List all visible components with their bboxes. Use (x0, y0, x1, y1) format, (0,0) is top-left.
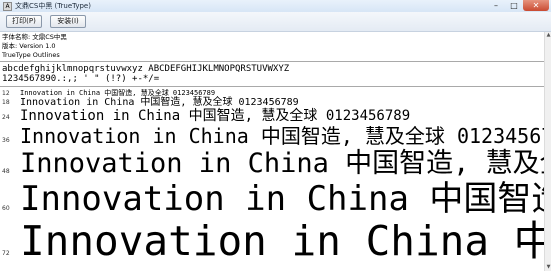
scroll-up-icon[interactable]: ▲ (545, 32, 551, 39)
scroll-down-icon[interactable]: ▼ (545, 264, 551, 271)
toolbar: 打印(P) 安装(I) (0, 12, 551, 32)
font-version-label: 版本: Version 1.0 (2, 42, 56, 50)
maximize-button[interactable]: □ (505, 0, 523, 11)
print-button[interactable]: 打印(P) (6, 15, 42, 28)
window-title: 文鼎CS中黑 (TrueType) (15, 2, 91, 10)
font-file-icon: A (3, 2, 12, 11)
window-controls: – □ ✕ (487, 0, 549, 12)
sample-text: Innovation in China 中国智造, 慧及全球 012345678… (20, 217, 544, 265)
sample-area: 12 Innovation in China 中国智造, 慧及全球 012345… (0, 87, 544, 271)
minimize-button[interactable]: – (487, 0, 505, 11)
install-button[interactable]: 安装(I) (50, 15, 86, 28)
sample-row-72: 72 Innovation in China 中国智造, 慧及全球 012345… (0, 87, 544, 271)
charset-symbols: 1234567890.:,; ' " (!?) +-*/= (2, 74, 160, 84)
vertical-scrollbar[interactable]: ▲ ▼ (544, 32, 551, 271)
size-label: 72 (2, 250, 10, 257)
divider (0, 61, 544, 62)
charset-letters: abcdefghijklmnopqrstuvwxyz ABCDEFGHIJKLM… (2, 64, 290, 74)
close-button[interactable]: ✕ (523, 0, 549, 11)
font-type-label: TrueType Outlines (2, 51, 60, 59)
font-name-label: 字体名称: 文鼎CS中黑 (2, 33, 67, 41)
